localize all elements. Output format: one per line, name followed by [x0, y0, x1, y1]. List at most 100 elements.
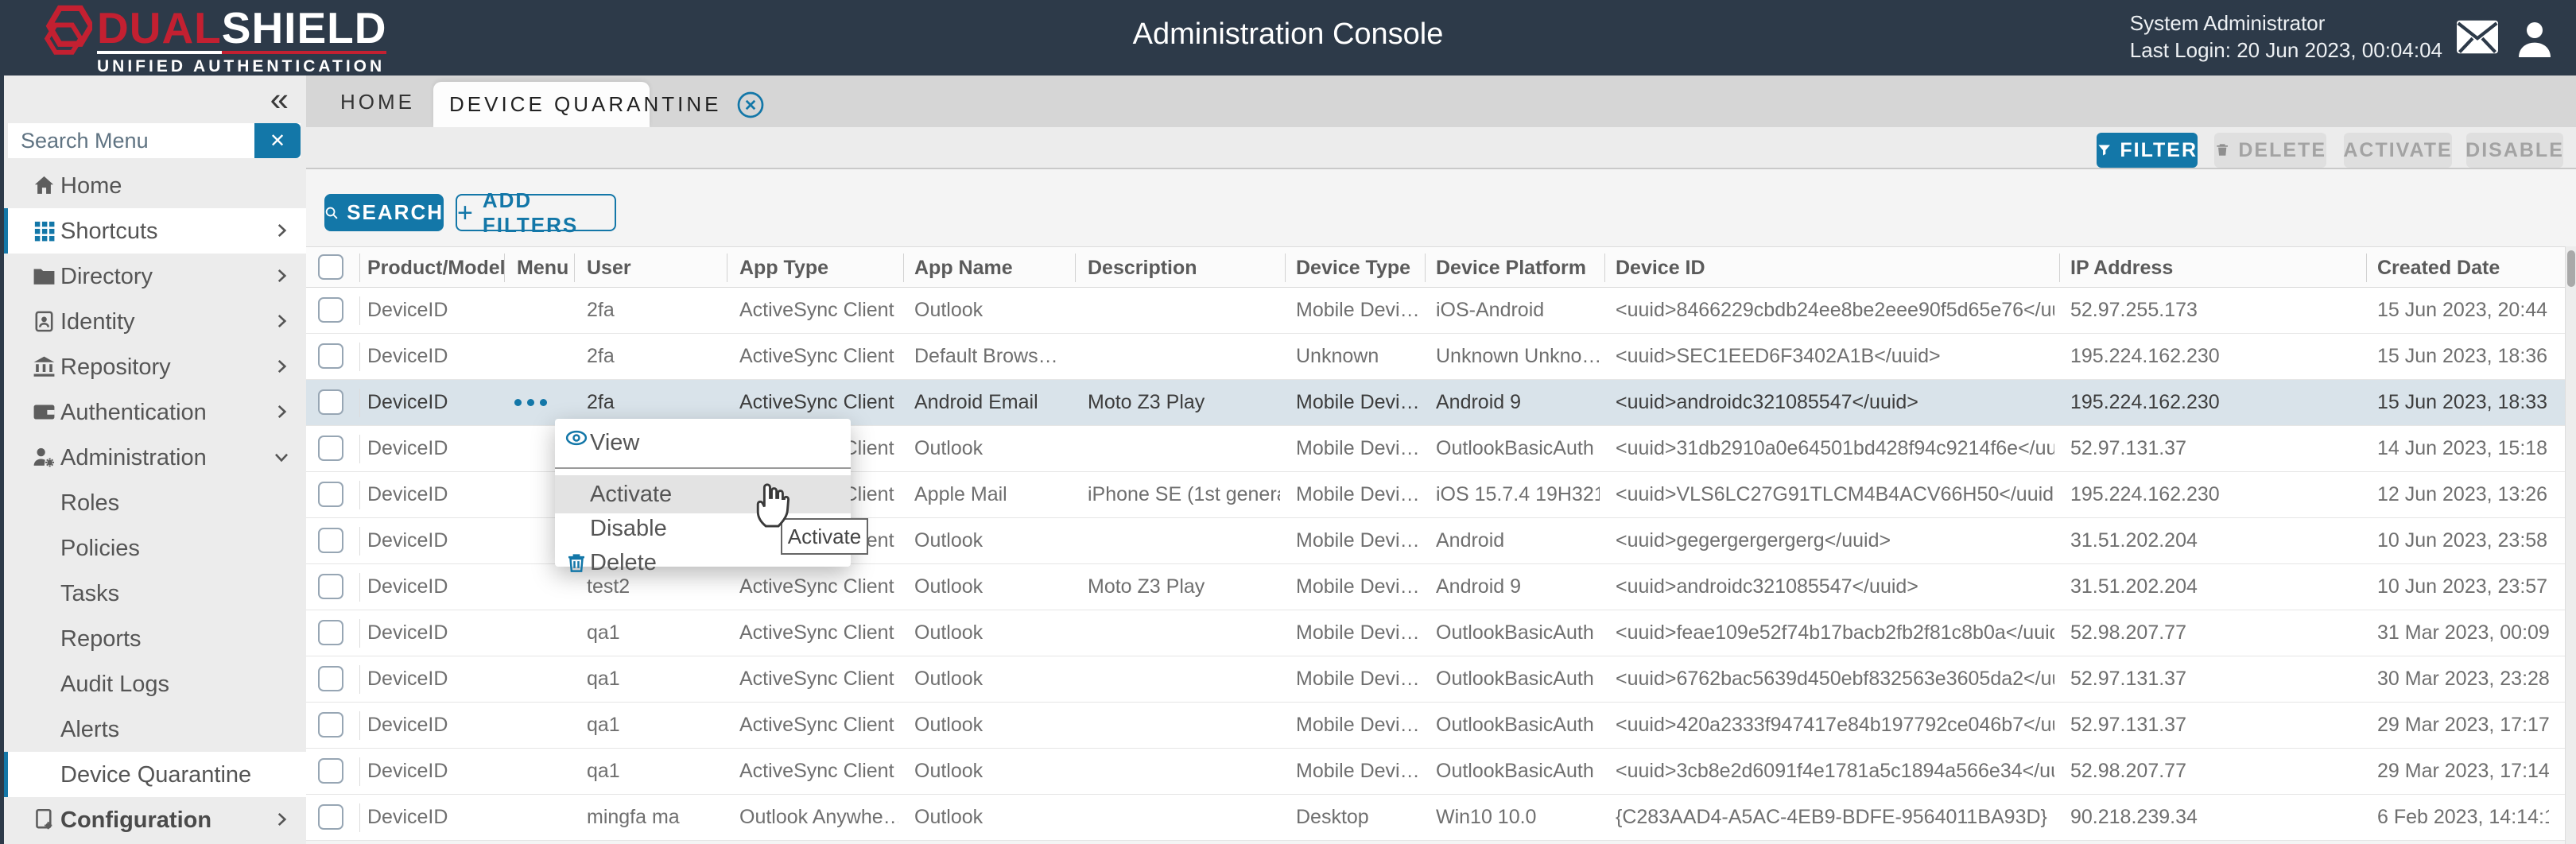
row-checkbox[interactable] [318, 804, 343, 830]
sidebar-item-label: Alerts [60, 717, 120, 742]
checkbox-divider [359, 619, 360, 648]
table-row[interactable]: DeviceID 2fa ActiveSync Client Default Brow… [306, 334, 2565, 380]
cell-ip: 52.98.207.77 [2070, 621, 2186, 644]
sidebar-item-repository[interactable]: Repository [0, 344, 306, 389]
cell-description: Moto Z3 Play [1088, 391, 1205, 413]
row-checkbox[interactable] [318, 389, 343, 415]
table-header: Product/Model Menu User App Type App Name Des… [306, 246, 2576, 288]
cell-app-name: Outlook [914, 668, 983, 690]
sidebar-item-home[interactable]: Home [0, 163, 306, 208]
row-checkbox[interactable] [318, 712, 343, 738]
cell-device-platform: OutlookBasicAuth [1436, 668, 1594, 690]
activate-button[interactable]: ACTIVATE [2343, 133, 2452, 168]
table-row[interactable]: DeviceID mingfa ma Outlook Anywhe… Outlook D… [306, 795, 2565, 841]
sidebar-item-audit-logs[interactable]: Audit Logs [0, 661, 306, 707]
sidebar-item-device-quarantine[interactable]: Device Quarantine [0, 752, 306, 797]
plus-icon: + [457, 197, 475, 228]
sidebar-item-label: Shortcuts [60, 219, 158, 244]
cell-device-type: Mobile Devi… [1296, 483, 1420, 505]
folder-icon [32, 264, 56, 288]
column-header-product-model[interactable]: Product/Model [367, 257, 506, 280]
cell-device-id: <uuid>31db2910a0e64501bd428f94c9214f6e</… [1616, 437, 2054, 459]
sidebar-item-label: Policies [60, 536, 140, 561]
sidebar-item-directory[interactable]: Directory [0, 254, 306, 299]
collapse-sidebar-icon[interactable]: « [270, 80, 289, 118]
column-divider [1075, 254, 1076, 282]
table-row[interactable]: DeviceID 2fa ActiveSync Client Outlook Mobil… [306, 288, 2565, 334]
column-divider [1604, 254, 1605, 282]
column-divider [1285, 254, 1286, 282]
tab-close-icon[interactable] [736, 91, 765, 119]
user-avatar-icon[interactable] [2516, 19, 2554, 59]
row-checkbox[interactable] [318, 758, 343, 784]
sidebar-item-alerts[interactable]: Alerts [0, 707, 306, 752]
column-header-menu[interactable]: Menu [517, 257, 568, 280]
row-checkbox[interactable] [318, 436, 343, 461]
sidebar-item-authentication[interactable]: Authentication [0, 389, 306, 435]
search-clear-button[interactable]: ✕ [254, 123, 301, 158]
table-row[interactable]: DeviceID qa1 ActiveSync Client Outlook Mobil… [306, 749, 2565, 795]
search-button[interactable]: SEARCH [324, 194, 444, 231]
menu-item-view[interactable]: View [555, 419, 851, 467]
add-filters-button[interactable]: + ADD FILTERS [456, 188, 616, 237]
cell-device-platform: Unknown Unkno… [1436, 345, 1600, 367]
select-all-checkbox[interactable] [318, 254, 343, 280]
tab-home[interactable]: HOME [340, 90, 415, 114]
sidebar-item-label: Reports [60, 626, 142, 652]
column-header-app-name[interactable]: App Name [914, 257, 1013, 280]
sidebar-item-label: Authentication [60, 400, 207, 425]
vertical-scrollbar[interactable] [2565, 246, 2576, 844]
cell-device-platform: OutlookBasicAuth [1436, 714, 1594, 736]
row-checkbox[interactable] [318, 343, 343, 369]
cell-device-type: Unknown [1296, 345, 1379, 367]
row-checkbox[interactable] [318, 528, 343, 553]
column-header-device-id[interactable]: Device ID [1616, 257, 1705, 280]
sidebar-item-label: Administration [60, 445, 207, 470]
column-header-ip-address[interactable]: IP Address [2070, 257, 2173, 280]
table-row[interactable]: DeviceID qa1 ActiveSync Client Outlook Mobil… [306, 703, 2565, 749]
eye-icon [565, 430, 588, 446]
delete-button[interactable]: DELETE [2214, 133, 2326, 168]
sidebar-item-roles[interactable]: Roles [0, 480, 306, 525]
filter-button[interactable]: FILTER [2097, 133, 2198, 168]
sidebar-item-configuration[interactable]: Configuration [0, 797, 306, 842]
table-row[interactable]: DeviceID qa1 ActiveSync Client Outlook Mobil… [306, 656, 2565, 703]
action-toolbar: FILTER DELETE ACTIVATE DISABLE [306, 127, 2576, 169]
row-checkbox[interactable] [318, 482, 343, 507]
cell-product: DeviceID [367, 714, 448, 736]
disable-button[interactable]: DISABLE [2465, 133, 2563, 168]
table-row[interactable]: DeviceID qa1 ActiveSync Client Outlook Mobil… [306, 610, 2565, 656]
column-divider [574, 254, 575, 282]
sidebar-item-reports[interactable]: Reports [0, 616, 306, 661]
row-menu-icon[interactable] [514, 399, 547, 406]
cell-product: DeviceID [367, 575, 448, 598]
sidebar-item-policies[interactable]: Policies [0, 525, 306, 571]
column-header-device-platform[interactable]: Device Platform [1436, 257, 1586, 280]
cell-device-id: <uuid>androidc321085547</uuid> [1616, 575, 1918, 598]
cell-device-type: Mobile Devi… [1296, 668, 1420, 690]
cell-app-name: Outlook [914, 806, 983, 828]
cell-app-type: ActiveSync Client [739, 668, 894, 690]
mail-icon[interactable] [2455, 19, 2500, 55]
column-header-description[interactable]: Description [1088, 257, 1197, 280]
column-header-device-type[interactable]: Device Type [1296, 257, 1410, 280]
sidebar-item-shortcuts[interactable]: Shortcuts [0, 208, 306, 254]
row-checkbox[interactable] [318, 574, 343, 599]
checkbox-divider [359, 343, 360, 371]
cell-app-type: ActiveSync Client [739, 391, 894, 413]
cell-device-platform: OutlookBasicAuth [1436, 437, 1594, 459]
scrollbar-thumb[interactable] [2567, 250, 2575, 287]
column-header-app-type[interactable]: App Type [739, 257, 828, 280]
column-header-user[interactable]: User [587, 257, 631, 280]
sidebar-item-administration[interactable]: Administration [0, 435, 306, 480]
sidebar-item-identity[interactable]: Identity [0, 299, 306, 344]
tab-device-quarantine[interactable]: DEVICE QUARANTINE [433, 82, 763, 127]
search-icon [325, 207, 338, 219]
cell-device-id: <uuid>6762bac5639d450ebf832563e3605da2</… [1616, 668, 2054, 690]
row-checkbox[interactable] [318, 666, 343, 691]
row-checkbox[interactable] [318, 620, 343, 645]
row-checkbox[interactable] [318, 297, 343, 323]
sidebar-item-tasks[interactable]: Tasks [0, 571, 306, 616]
column-header-created-date[interactable]: Created Date [2377, 257, 2500, 280]
menu-item-activate[interactable]: Activate [555, 475, 851, 513]
